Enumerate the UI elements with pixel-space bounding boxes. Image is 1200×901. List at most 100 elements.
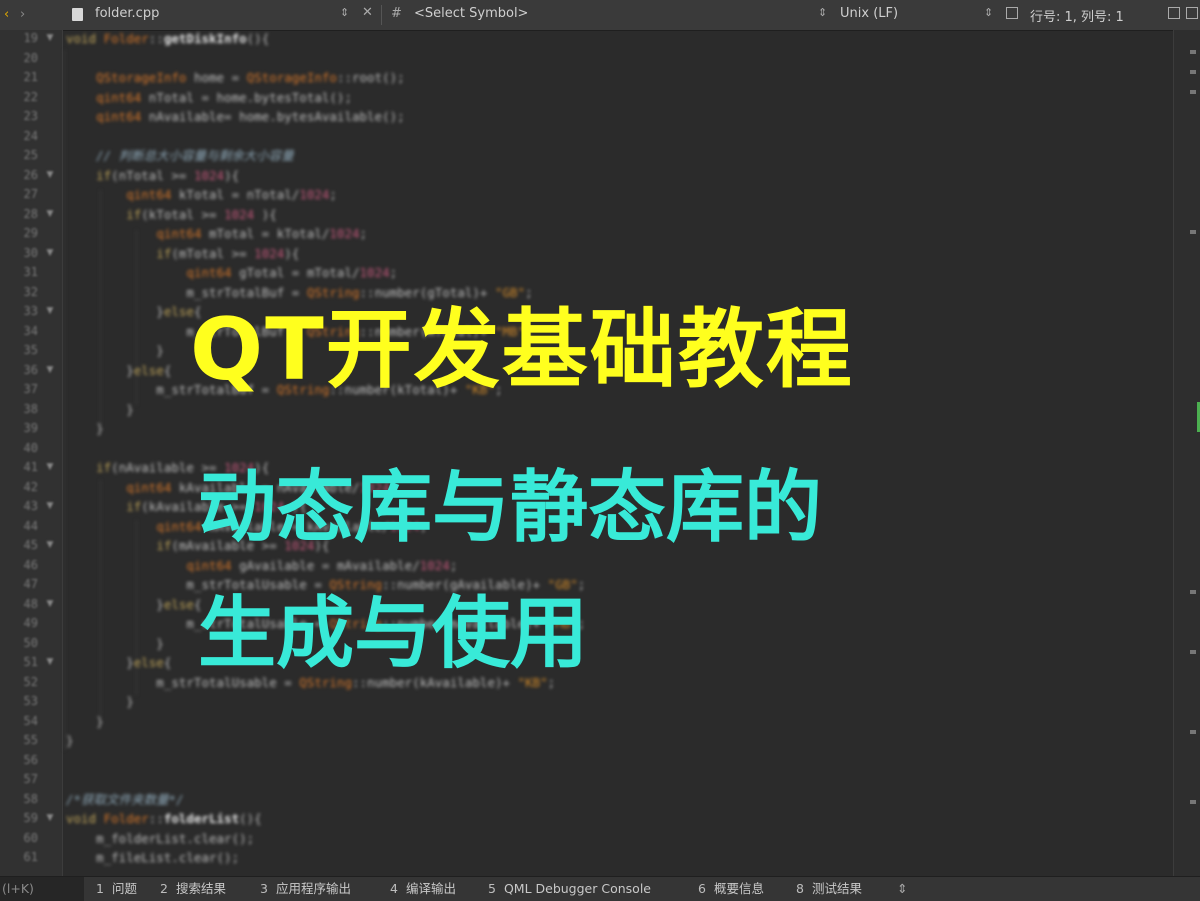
code-line[interactable]: m_strTotalBuf = QString::number(mTotal)+… <box>66 322 532 342</box>
code-line[interactable]: m_fileList.clear(); <box>66 848 239 868</box>
code-line[interactable]: } <box>66 692 134 712</box>
code-line[interactable]: }else{ <box>66 595 201 615</box>
line-number: 57 <box>23 772 38 786</box>
code-line[interactable]: }else{ <box>66 653 171 673</box>
code-line[interactable]: }else{ <box>66 361 171 381</box>
vertical-scrollbar[interactable] <box>1173 30 1200 876</box>
line-number-gutter: 19 ▼ 20 21 22 23 24 25 26 ▼ 27 28 ▼ 29 30 ▼ 31 32 33 ▼ 34 35 3… <box>0 30 63 876</box>
code-line[interactable]: m_strTotalUsable = QString::number(mAvai… <box>66 614 585 634</box>
line-number: 46 <box>23 557 38 572</box>
fold-toggle-icon[interactable]: ▼ <box>46 361 54 381</box>
line-number: 34 <box>23 323 38 338</box>
code-line[interactable]: if(nTotal >= 1024){ <box>66 166 239 186</box>
code-line[interactable]: }else{ <box>66 302 201 322</box>
toolbar-divider <box>381 5 382 25</box>
line-number: 56 <box>23 752 38 767</box>
code-text-area[interactable]: void Folder::getDiskInfo(){ QStorageInfo… <box>62 30 1174 876</box>
fold-toggle-icon[interactable]: ▼ <box>46 653 54 673</box>
code-line[interactable]: } <box>66 419 104 439</box>
line-number: 59 <box>23 811 38 825</box>
output-tab[interactable]: 8 测试结果 <box>796 877 862 901</box>
line-number: 54 <box>23 713 38 728</box>
code-line[interactable]: } <box>66 634 164 654</box>
back-arrow-icon[interactable]: ‹ <box>4 7 9 22</box>
code-line[interactable]: void Folder::getDiskInfo(){ <box>66 30 269 49</box>
code-line[interactable]: void Folder::folderList(){ <box>66 809 262 829</box>
code-line[interactable]: } <box>66 400 134 420</box>
line-number: 36 <box>23 362 38 377</box>
more-panes-icon[interactable]: ⇕ <box>897 877 907 901</box>
fold-toggle-icon[interactable]: ▼ <box>46 166 54 186</box>
code-editor[interactable]: 19 ▼ 20 21 22 23 24 25 26 ▼ 27 28 ▼ 29 30 ▼ 31 32 33 ▼ 34 35 3… <box>0 30 1200 876</box>
code-line[interactable]: } <box>66 731 74 751</box>
code-line[interactable]: qint64 mTotal = kTotal/1024; <box>66 224 367 244</box>
code-line[interactable]: m_strTotalUsable = QString::number(gAvai… <box>66 575 585 595</box>
fold-toggle-icon[interactable]: ▼ <box>46 302 54 322</box>
output-tab[interactable]: 2 搜索结果 <box>160 877 226 901</box>
line-number: 38 <box>23 401 38 416</box>
fold-toggle-icon[interactable]: ▼ <box>46 30 54 49</box>
code-line[interactable]: } <box>66 712 104 732</box>
output-tab[interactable]: 5 QML Debugger Console <box>488 877 651 901</box>
fold-toggle-icon[interactable]: ▼ <box>46 244 54 264</box>
output-tab[interactable]: 3 应用程序输出 <box>260 877 351 901</box>
output-tab[interactable]: 4 编译输出 <box>390 877 456 901</box>
close-file-icon[interactable]: ✕ <box>362 5 373 20</box>
fold-toggle-icon[interactable]: ▼ <box>46 595 54 615</box>
line-number: 27 <box>23 187 38 201</box>
line-number: 44 <box>23 518 38 533</box>
line-number: 35 <box>23 343 38 357</box>
line-number: 33 <box>23 304 38 318</box>
code-line[interactable]: m_strTotalBuf = QString::number(kTotal)+… <box>66 380 502 400</box>
code-line[interactable]: /*获取文件夹数量*/ <box>66 790 184 810</box>
output-pane-bar: (l+K) 1 问题 2 搜索结果 3 应用程序输出 4 编译输出 5 QML Debugger … <box>0 876 1200 901</box>
code-line[interactable]: qint64 gAvailable = mAvailable/1024; <box>66 556 457 576</box>
code-line[interactable]: if(kTotal >= 1024 ){ <box>66 205 277 225</box>
locator-input[interactable]: (l+K) <box>0 877 84 901</box>
fold-toggle-icon[interactable]: ▼ <box>46 809 54 829</box>
code-line[interactable]: qint64 mAvailable = kAvailable/1024; <box>66 517 427 537</box>
fold-toggle-icon[interactable]: ▼ <box>46 497 54 517</box>
symbol-dropdown-icon[interactable]: ⇕ <box>818 6 827 19</box>
fold-toggle-icon[interactable]: ▼ <box>46 205 54 225</box>
code-line[interactable]: if(mAvailable >= 1024){ <box>66 536 329 556</box>
output-tab[interactable]: 6 概要信息 <box>698 877 764 901</box>
forward-arrow-icon[interactable]: › <box>20 7 25 22</box>
open-file-selector[interactable]: folder.cpp <box>95 6 159 21</box>
split-view-icon[interactable] <box>1006 7 1018 19</box>
line-number: 58 <box>23 791 38 806</box>
code-line[interactable]: m_strTotalUsable = QString::number(kAvai… <box>66 673 555 693</box>
fold-toggle-icon[interactable]: ▼ <box>46 458 54 478</box>
line-number: 26 <box>23 167 38 182</box>
line-ending-dropdown-icon[interactable]: ⇕ <box>984 6 993 19</box>
output-tab[interactable]: 1 问题 <box>96 877 137 901</box>
line-number: 50 <box>23 635 38 650</box>
code-line[interactable]: } <box>66 341 164 361</box>
code-line[interactable]: qint64 gTotal = mTotal/1024; <box>66 263 397 283</box>
code-line[interactable]: qint64 nTotal = home.bytesTotal(); <box>66 88 352 108</box>
code-line[interactable]: QStorageInfo home = QStorageInfo::root()… <box>66 68 405 88</box>
line-number: 22 <box>23 89 38 104</box>
code-line[interactable]: qint64 kAvailable = nAvailable/1024; <box>66 478 397 498</box>
line-number: 39 <box>23 421 38 435</box>
code-line[interactable]: if(nAvailable >= 1024){ <box>66 458 269 478</box>
code-line[interactable]: m_folderList.clear(); <box>66 829 254 849</box>
cursor-position[interactable]: 行号: 1, 列号: 1 <box>1030 6 1124 25</box>
split-editor-icon[interactable] <box>1168 7 1180 19</box>
line-number: 23 <box>23 109 38 123</box>
code-line[interactable]: qint64 kTotal = nTotal/1024; <box>66 185 337 205</box>
fold-toggle-icon[interactable]: ▼ <box>46 536 54 556</box>
file-dropdown-icon[interactable]: ⇕ <box>340 6 349 19</box>
code-line[interactable]: if(kAvailable >= 1024 ){ <box>66 497 307 517</box>
code-line[interactable]: // 判断总大小容量与剩余大小容量 <box>66 146 294 166</box>
symbol-selector[interactable]: <Select Symbol> <box>414 6 528 21</box>
line-number: 53 <box>23 694 38 708</box>
code-line[interactable]: m_strTotalBuf = QString::number(gTotal)+… <box>66 283 532 303</box>
code-line[interactable]: if(mTotal >= 1024){ <box>66 244 299 264</box>
code-line[interactable]: qint64 nAvailable= home.bytesAvailable()… <box>66 107 405 127</box>
line-number: 42 <box>23 479 38 494</box>
symbol-hash-icon: # <box>391 6 402 21</box>
line-ending-selector[interactable]: Unix (LF) <box>840 6 898 21</box>
line-number: 37 <box>23 382 38 396</box>
close-split-icon[interactable] <box>1186 7 1198 19</box>
